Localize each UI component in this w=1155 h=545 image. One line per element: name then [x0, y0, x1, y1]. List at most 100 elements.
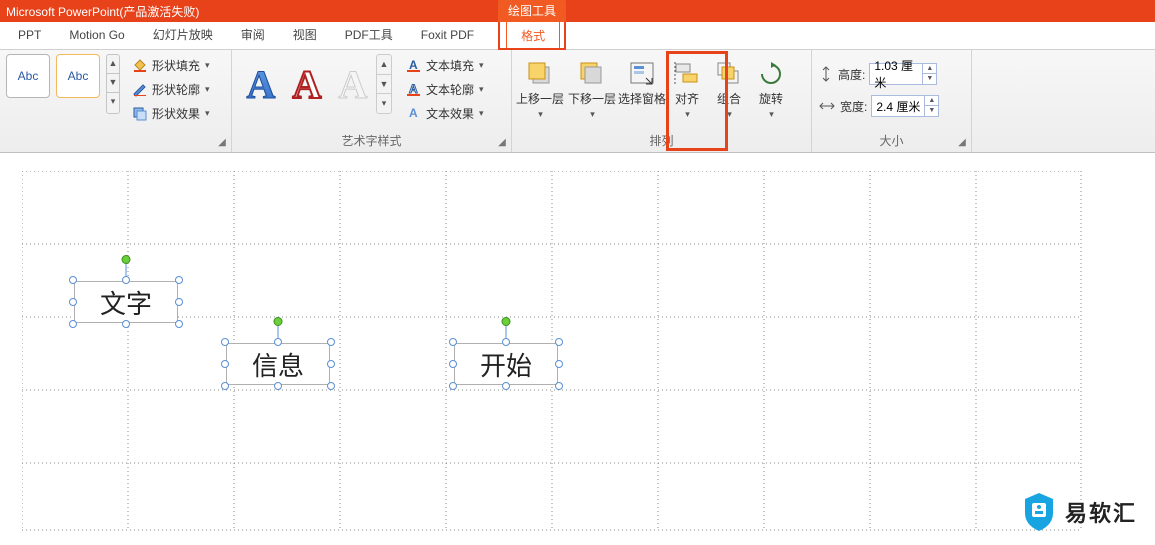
height-value: 1.03 厘米	[870, 57, 922, 91]
shape-fill-label: 形状填充	[152, 57, 200, 74]
resize-handle[interactable]	[555, 360, 563, 368]
tab-format[interactable]: 格式	[506, 21, 560, 49]
resize-handle[interactable]	[122, 320, 130, 328]
shape-style-preset-1[interactable]: Abc	[6, 54, 50, 98]
app-title: Microsoft PowerPoint(产品激活失败)	[6, 3, 199, 20]
resize-handle[interactable]	[327, 338, 335, 346]
resize-handle[interactable]	[221, 382, 229, 390]
textbox-2[interactable]: 信息	[226, 343, 330, 385]
resize-handle[interactable]	[502, 382, 510, 390]
text-outline-label: 文本轮廓	[426, 81, 474, 98]
resize-handle[interactable]	[122, 276, 130, 284]
resize-handle[interactable]	[69, 298, 77, 306]
width-value: 2.4 厘米	[872, 98, 924, 115]
text-fill-button[interactable]: A 文本填充▾	[402, 54, 488, 76]
width-label: 宽度:	[840, 98, 867, 115]
height-icon	[818, 65, 834, 83]
group-label-size: 大小	[812, 134, 971, 152]
resize-handle[interactable]	[327, 382, 335, 390]
resize-handle[interactable]	[502, 338, 510, 346]
resize-handle[interactable]	[449, 338, 457, 346]
resize-handle[interactable]	[449, 360, 457, 368]
resize-handle[interactable]	[274, 338, 282, 346]
resize-handle[interactable]	[221, 360, 229, 368]
tab-view[interactable]: 视图	[279, 21, 331, 49]
send-backward-button[interactable]: 下移一层▾	[566, 54, 618, 121]
context-tab-drawing-tools[interactable]: 绘图工具	[498, 0, 566, 22]
textbox-1-wrap[interactable]: 文字	[74, 281, 178, 323]
tab-motion-go[interactable]: Motion Go	[55, 21, 138, 49]
tab-foxit-pdf[interactable]: Foxit PDF	[407, 21, 488, 49]
width-input[interactable]: 2.4 厘米 ▲▼	[871, 95, 939, 117]
bring-forward-button[interactable]: 上移一层▾	[514, 54, 566, 121]
resize-handle[interactable]	[69, 320, 77, 328]
text-effects-icon: A	[406, 105, 422, 121]
shape-outline-label: 形状轮廓	[152, 81, 200, 98]
slide-canvas[interactable]: 文字 信息 开始	[0, 153, 1155, 545]
rotation-handle[interactable]	[122, 255, 131, 264]
resize-handle[interactable]	[175, 276, 183, 284]
height-input[interactable]: 1.03 厘米 ▲▼	[869, 63, 937, 85]
height-spin-down[interactable]: ▼	[922, 74, 936, 84]
resize-handle[interactable]	[274, 382, 282, 390]
size-dialog-launcher[interactable]: ◢	[956, 137, 968, 149]
width-icon	[818, 98, 836, 114]
svg-text:A: A	[409, 58, 418, 72]
height-spin-up[interactable]: ▲	[922, 64, 936, 74]
wordart-dialog-launcher[interactable]: ◢	[496, 137, 508, 149]
rotate-icon	[757, 60, 785, 88]
resize-handle[interactable]	[221, 338, 229, 346]
rotation-handle[interactable]	[502, 317, 511, 326]
resize-handle[interactable]	[175, 320, 183, 328]
title-bar: Microsoft PowerPoint(产品激活失败) 绘图工具	[0, 0, 1155, 22]
tab-pdf-tools[interactable]: PDF工具	[331, 21, 407, 49]
ribbon-tabs: PPT Motion Go 幻灯片放映 审阅 视图 PDF工具 Foxit PD…	[0, 22, 1155, 50]
textbox-1[interactable]: 文字	[74, 281, 178, 323]
wordart-preset-1[interactable]: A	[238, 54, 284, 114]
rotation-handle[interactable]	[274, 317, 283, 326]
width-spin-up[interactable]: ▲	[924, 96, 938, 106]
resize-handle[interactable]	[555, 382, 563, 390]
resize-handle[interactable]	[555, 338, 563, 346]
svg-text:A: A	[409, 82, 418, 96]
textbox-3[interactable]: 开始	[454, 343, 558, 385]
textbox-2-wrap[interactable]: 信息	[226, 343, 330, 385]
shape-fill-button[interactable]: 形状填充▾	[128, 54, 214, 76]
shape-style-preset-2[interactable]: Abc	[56, 54, 100, 98]
width-spin-down[interactable]: ▼	[924, 106, 938, 116]
text-outline-button[interactable]: A 文本轮廓▾	[402, 78, 488, 100]
slide[interactable]: 文字 信息 开始	[22, 171, 1082, 531]
bucket-icon	[132, 57, 148, 73]
tab-ppt[interactable]: PPT	[4, 21, 55, 49]
group-arrange: 上移一层▾ 下移一层▾ 选择窗格 对齐▾ 组合▾ 旋转▾	[512, 50, 812, 152]
watermark: 易软汇	[1021, 491, 1137, 533]
shape-effects-button[interactable]: 形状效果▾	[128, 102, 214, 124]
resize-handle[interactable]	[327, 360, 335, 368]
shape-outline-button[interactable]: 形状轮廓▾	[128, 78, 214, 100]
wordart-preset-3[interactable]: A	[330, 54, 376, 114]
selection-pane-button[interactable]: 选择窗格	[618, 54, 666, 106]
shape-style-gallery-scroll[interactable]: ▲▼▾	[106, 54, 120, 114]
wordart-gallery-scroll[interactable]: ▲▼▾	[376, 54, 392, 114]
resize-handle[interactable]	[449, 382, 457, 390]
rotate-button[interactable]: 旋转▾	[750, 54, 792, 121]
ribbon: Abc Abc ▲▼▾ 形状填充▾ 形状轮廓▾ 形状效果▾ ◢	[0, 50, 1155, 153]
align-button[interactable]: 对齐▾	[666, 54, 708, 121]
tab-slideshow[interactable]: 幻灯片放映	[139, 21, 227, 49]
send-backward-icon	[577, 59, 607, 89]
height-label: 高度:	[838, 66, 865, 83]
effects-icon	[132, 105, 148, 121]
resize-handle[interactable]	[69, 276, 77, 284]
watermark-text: 易软汇	[1065, 496, 1137, 528]
group-button[interactable]: 组合▾	[708, 54, 750, 121]
wordart-preset-2[interactable]: A	[284, 54, 330, 114]
group-icon	[715, 60, 743, 88]
shape-styles-dialog-launcher[interactable]: ◢	[216, 137, 228, 149]
text-fill-label: 文本填充	[426, 57, 474, 74]
tab-review[interactable]: 审阅	[227, 21, 279, 49]
resize-handle[interactable]	[175, 298, 183, 306]
align-icon	[673, 60, 701, 88]
text-effects-button[interactable]: A 文本效果▾	[402, 102, 488, 124]
textbox-3-wrap[interactable]: 开始	[454, 343, 558, 385]
group-shape-styles: Abc Abc ▲▼▾ 形状填充▾ 形状轮廓▾ 形状效果▾ ◢	[0, 50, 232, 152]
